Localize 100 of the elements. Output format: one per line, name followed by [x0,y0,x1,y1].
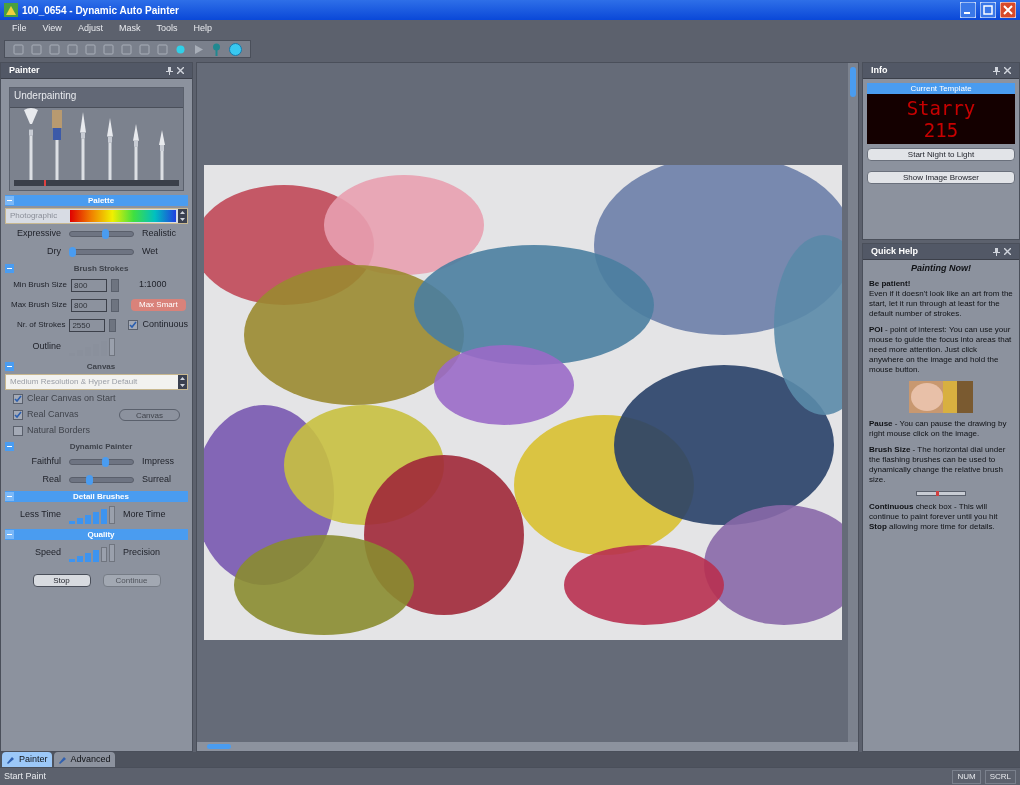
checkbox[interactable] [13,394,23,404]
number-field[interactable]: 800 [71,298,107,312]
close-icon[interactable] [177,66,184,74]
menu-item[interactable]: File [12,22,27,36]
ratio-text: 1:1000 [139,278,167,292]
collapse-icon[interactable] [5,362,14,371]
menu-item[interactable]: Tools [156,22,178,36]
dropdown-icon[interactable] [178,375,187,389]
panel-tab[interactable]: Painter [2,752,52,767]
number-field[interactable]: 2550 [69,318,105,332]
menu-item[interactable]: Help [193,22,212,36]
minimize-icon[interactable] [960,2,976,18]
resolution-dropdown[interactable]: Medium Resolution & Hyper Default [5,374,188,390]
brush-icon [57,755,67,764]
field-label: Min Brush Size [12,279,67,291]
spin-button[interactable] [111,278,119,292]
step-meter[interactable] [69,506,115,524]
menu-item[interactable]: View [42,22,62,36]
help-text: POI - point of interest: You can use your mouse to guide the focus into areas that need more attention. Just click anywhere on the image and hold the mouse button. [869,325,1013,375]
collapse-icon[interactable] [5,530,14,539]
spin-button[interactable] [111,298,119,312]
slider-label: Real [41,473,61,487]
display-text: Starry [906,97,976,119]
panel-tab[interactable]: Advanced [53,752,115,767]
info-button[interactable]: Start Night to Light [867,148,1015,161]
checkbox[interactable] [128,320,139,330]
slider-track[interactable] [69,249,134,255]
close-icon[interactable] [1004,247,1011,255]
help-heading: Painting Now! [910,263,972,273]
menu-item[interactable]: Adjust [77,22,103,36]
section-header[interactable]: Quality [5,529,188,540]
meter-label: Less Time [19,508,61,522]
field-label: Nr. of Strokes [15,319,66,331]
meter-label: Outline [31,340,61,354]
section-header[interactable]: Detail Brushes [5,491,188,502]
app-icon [4,3,18,17]
pin-icon[interactable] [993,66,1000,75]
horizontal-scrollbar[interactable] [197,742,858,751]
section-title: Dynamic Painter [68,440,134,453]
checkbox[interactable] [13,410,23,420]
info-button[interactable]: Show Image Browser [867,171,1015,184]
slider-label: Surreal [142,473,172,487]
slider-label: Faithful [30,455,61,469]
template-label: Current Template [867,83,1015,94]
section-title: Canvas [85,360,117,373]
section-title: Detail Brushes [72,490,130,503]
panel-title: Painter [9,63,40,77]
dial-marker[interactable] [43,180,46,186]
section-title: Quality [86,528,116,541]
window-title: 100_0654 - Dynamic Auto Painter [22,3,180,18]
section-header[interactable]: Palette [5,195,188,206]
slider-label: Wet [142,245,159,259]
globe-icon[interactable] [229,42,242,56]
palette-combo[interactable]: Photographic [5,208,188,224]
help-text: Pause - You can pause the drawing by right mouse click on the image. [869,419,1008,439]
max-smart-button[interactable]: Max Smart [131,299,186,311]
collapse-icon[interactable] [5,442,14,451]
dropdown-icon[interactable] [178,209,187,223]
status-indicator: NUM [952,769,981,784]
brush-icon[interactable] [23,108,40,180]
slider-thumb[interactable] [101,229,109,239]
slider-track[interactable] [69,231,134,237]
close-icon[interactable] [1004,66,1011,74]
slider-thumb[interactable] [68,247,76,257]
collapse-icon[interactable] [5,492,14,501]
slider-thumb[interactable] [101,457,109,467]
help-subheading: Be patient! [869,279,912,289]
collapse-icon[interactable] [5,196,14,205]
menu-item[interactable]: Mask [118,22,141,36]
step-meter[interactable] [69,544,115,562]
maximize-icon[interactable] [980,2,996,18]
action-button[interactable]: Stop [32,574,91,587]
number-field[interactable]: 800 [71,278,107,292]
section-title: Palette [86,194,116,207]
help-text: Brush Size - The horizontal dial under the flashing brushes can be used to dynamically change the relative brush size. [869,445,1007,485]
meter-label: Precision [123,546,160,560]
meter-label: More Time [123,508,166,522]
panel-title: Info [871,63,888,77]
slider-thumb[interactable] [85,475,93,485]
style-name: Underpainting [10,88,183,108]
vertical-scrollbar[interactable] [848,63,858,742]
slider-track[interactable] [69,459,134,465]
pin-icon[interactable] [166,66,173,75]
status-text: Start Paint [4,769,48,783]
checkbox-label: Real Canvas [27,408,80,422]
brush-icon [6,755,15,764]
spin-button[interactable] [108,318,117,332]
slider-track[interactable] [69,477,134,483]
play-icon[interactable] [193,43,204,55]
help-text: Even if it doesn't look like an art from the start, let it run through at least for the default number of strokes. [869,289,1013,319]
record-icon[interactable] [175,43,186,55]
slider-label: Expressive [16,227,61,241]
meter-label: Speed [33,546,61,560]
field-label: Max Brush Size [9,299,67,311]
checkbox[interactable] [13,426,23,436]
panel-title: Quick Help [871,244,918,258]
slider-label: Impress [142,455,175,469]
collapse-icon[interactable] [5,264,14,273]
checkbox-label: Natural Borders [27,424,92,438]
pin-icon[interactable] [993,247,1000,256]
